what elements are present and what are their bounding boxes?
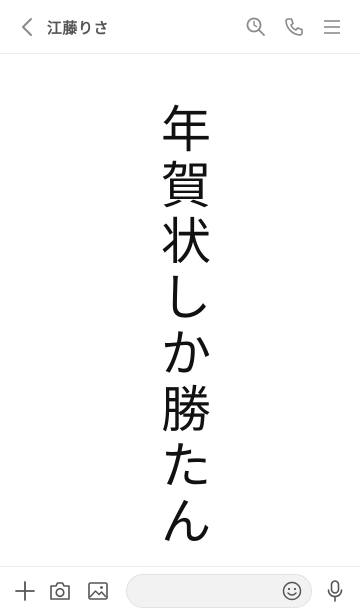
voice-button[interactable] bbox=[322, 578, 348, 604]
message-toolbar bbox=[0, 566, 360, 616]
back-button[interactable] bbox=[14, 14, 40, 40]
add-button[interactable] bbox=[12, 578, 38, 604]
camera-icon bbox=[50, 582, 70, 600]
char: た bbox=[161, 437, 211, 495]
chat-background: 年 賀 状 し か 勝 た ん bbox=[0, 54, 360, 566]
char: か bbox=[161, 325, 211, 383]
char: 賀 bbox=[161, 157, 211, 215]
emoji-button[interactable] bbox=[281, 580, 303, 602]
chat-header: 江藤りさ bbox=[0, 0, 360, 54]
microphone-icon bbox=[327, 580, 343, 602]
char: し bbox=[161, 269, 211, 327]
plus-icon bbox=[15, 581, 35, 601]
phone-icon bbox=[285, 18, 303, 36]
char: 状 bbox=[161, 213, 211, 271]
char: 勝 bbox=[161, 381, 211, 439]
chat-title: 江藤りさ bbox=[47, 19, 110, 37]
vertical-message-text: 年 賀 状 し か 勝 た ん bbox=[154, 102, 218, 550]
char: 年 bbox=[161, 101, 211, 159]
menu-button[interactable] bbox=[319, 14, 345, 40]
camera-button[interactable] bbox=[47, 578, 73, 604]
call-button[interactable] bbox=[281, 14, 307, 40]
message-input[interactable] bbox=[126, 574, 312, 608]
emoji-icon bbox=[282, 581, 302, 601]
search-icon bbox=[246, 17, 265, 36]
image-button[interactable] bbox=[85, 578, 111, 604]
search-button[interactable] bbox=[243, 14, 269, 40]
image-icon bbox=[88, 582, 108, 600]
char: ん bbox=[161, 493, 211, 551]
menu-icon bbox=[324, 20, 340, 34]
back-icon bbox=[22, 18, 32, 36]
